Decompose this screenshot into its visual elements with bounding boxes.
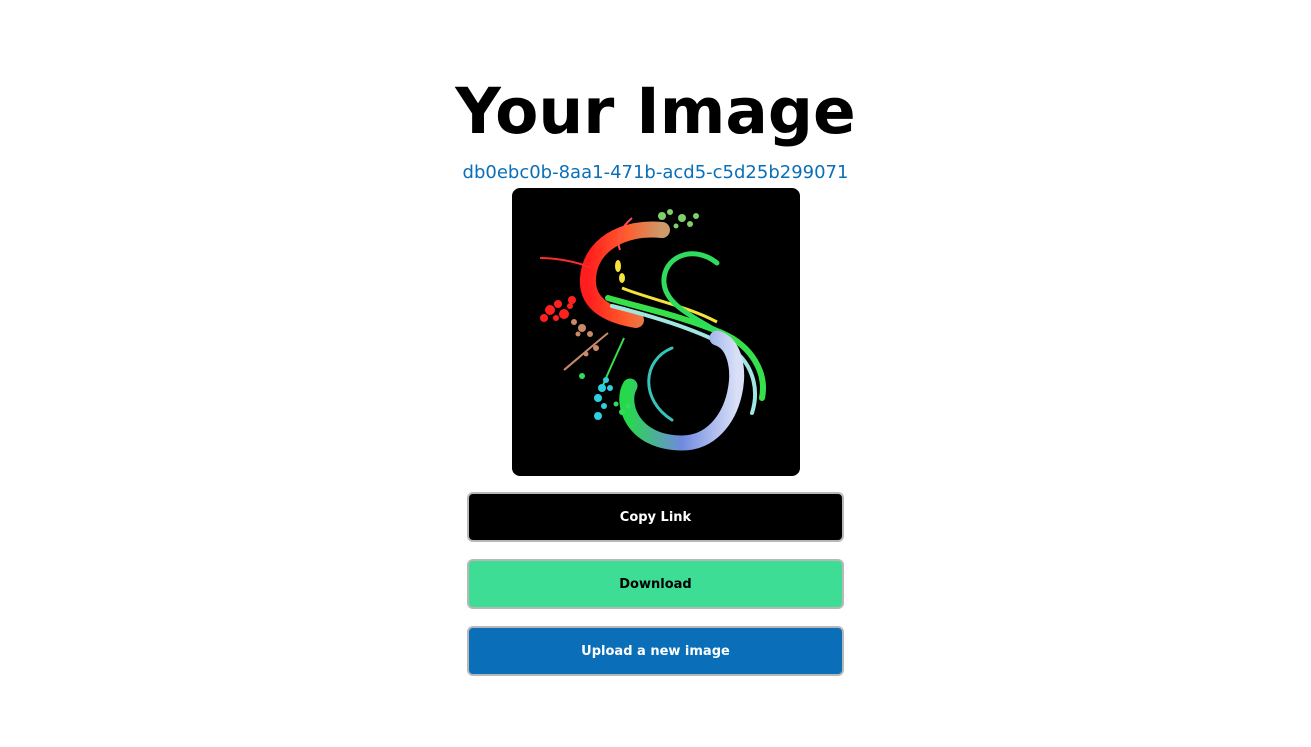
download-button[interactable]: Download [467,559,844,609]
uploaded-image [512,188,800,476]
rainbow-floral-s-artwork [539,209,766,451]
image-id-link[interactable]: db0ebc0b-8aa1-471b-acd5-c5d25b299071 [0,162,1311,184]
page: Your Image db0ebc0b-8aa1-471b-acd5-c5d25… [0,0,1311,747]
page-title: Your Image [455,75,856,148]
upload-new-image-button[interactable]: Upload a new image [467,626,844,676]
copy-link-button[interactable]: Copy Link [467,492,844,542]
